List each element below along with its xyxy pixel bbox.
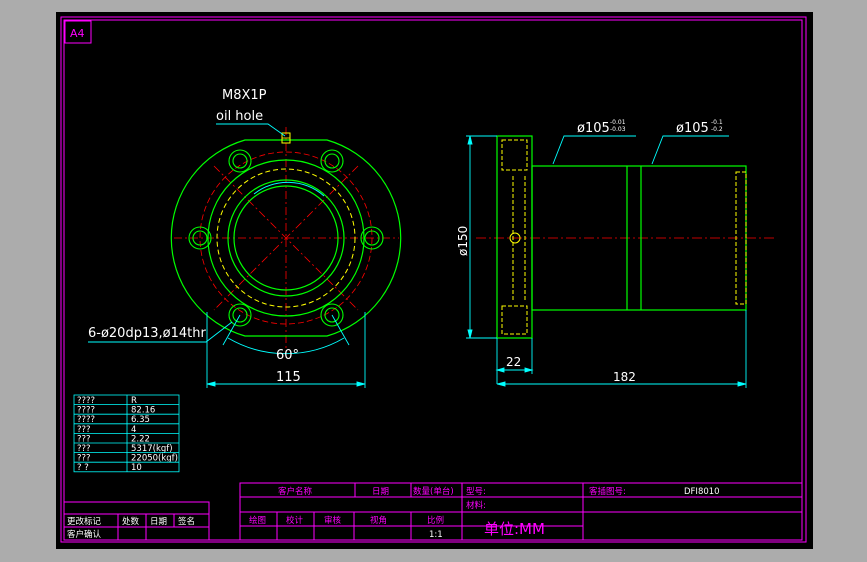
spec-row-value: 10 bbox=[131, 463, 142, 473]
body-tolerance-2-upper: -0.1 bbox=[711, 119, 723, 126]
oil-hole-label: oil hole bbox=[216, 109, 263, 124]
front-view: M8X1P oil hole 6-ø20dp13,ø14thr 60° 115 bbox=[88, 88, 402, 388]
spec-table: ???? R???? 82.16???? 6.35??? 4??? 2.22??? 5317… bbox=[73, 394, 180, 473]
pcd-dimension-label: 115 bbox=[276, 370, 301, 385]
body-tolerance-1-upper: -0.01 bbox=[610, 119, 626, 126]
oil-hole-thread-text: M8X1P bbox=[222, 88, 267, 103]
body-diameter-2: ø105 bbox=[676, 121, 709, 136]
drawing-sheet: A4 M8X1P oil hole 6-ø20dp13,ø14thr 60° 1… bbox=[56, 12, 813, 549]
side-flange-hidden bbox=[501, 139, 528, 335]
spec-drawing-no: DFI8010 bbox=[684, 487, 720, 497]
review-label: 审核 bbox=[324, 515, 342, 526]
customer-name-label: 客户名称 bbox=[278, 486, 313, 497]
body-tolerance-1-lower: -0.03 bbox=[610, 126, 626, 133]
drawn-label: 绘图 bbox=[249, 515, 266, 526]
revision-header-date: 日期 bbox=[150, 517, 167, 527]
revision-header-sign: 签名 bbox=[178, 516, 195, 527]
side-view: ø150 ø105 -0.01 -0.03 ø105 -0.1 -0.2 22 … bbox=[456, 119, 774, 388]
unit-label: 单位:MM bbox=[484, 520, 545, 538]
design-label: 校计 bbox=[286, 515, 304, 526]
quantity-label: 数量(单台) bbox=[413, 486, 454, 497]
oil-hole-leader bbox=[216, 123, 286, 137]
revision-header-count: 处数 bbox=[122, 516, 140, 527]
mounting-hole-note: 6-ø20dp13,ø14thr bbox=[88, 326, 206, 341]
body-diameter-leaders bbox=[552, 135, 729, 165]
total-length-label: 182 bbox=[613, 370, 636, 384]
approve-label: 视角 bbox=[370, 515, 387, 526]
scale-label: 比例 bbox=[427, 515, 444, 526]
angle-label: 60° bbox=[276, 348, 299, 363]
material-label: 材料: bbox=[466, 500, 486, 511]
flange-thickness-label: 22 bbox=[506, 355, 521, 369]
spec-row-label: ? ? bbox=[77, 463, 89, 473]
cad-drawing: A4 M8X1P oil hole 6-ø20dp13,ø14thr 60° 1… bbox=[60, 16, 807, 543]
body-tolerance-2-lower: -0.2 bbox=[711, 126, 723, 133]
flange-diameter-dimension bbox=[466, 135, 497, 339]
scale-value: 1:1 bbox=[429, 530, 443, 540]
sheet-size-label: A4 bbox=[70, 27, 85, 40]
revision-header-mark: 更改标记 bbox=[67, 516, 102, 527]
revision-texts: 更改标记 处数 日期 签名 客户确认 bbox=[67, 516, 195, 540]
customer-confirm: 客户确认 bbox=[67, 529, 102, 540]
body-diameter-1: ø105 bbox=[577, 121, 610, 136]
spec-drawing-no-label: 客插图号: bbox=[589, 486, 626, 497]
model-label: 型号: bbox=[466, 487, 486, 497]
flange-diameter-label: ø150 bbox=[456, 226, 470, 256]
date-label: 日期 bbox=[372, 487, 389, 497]
